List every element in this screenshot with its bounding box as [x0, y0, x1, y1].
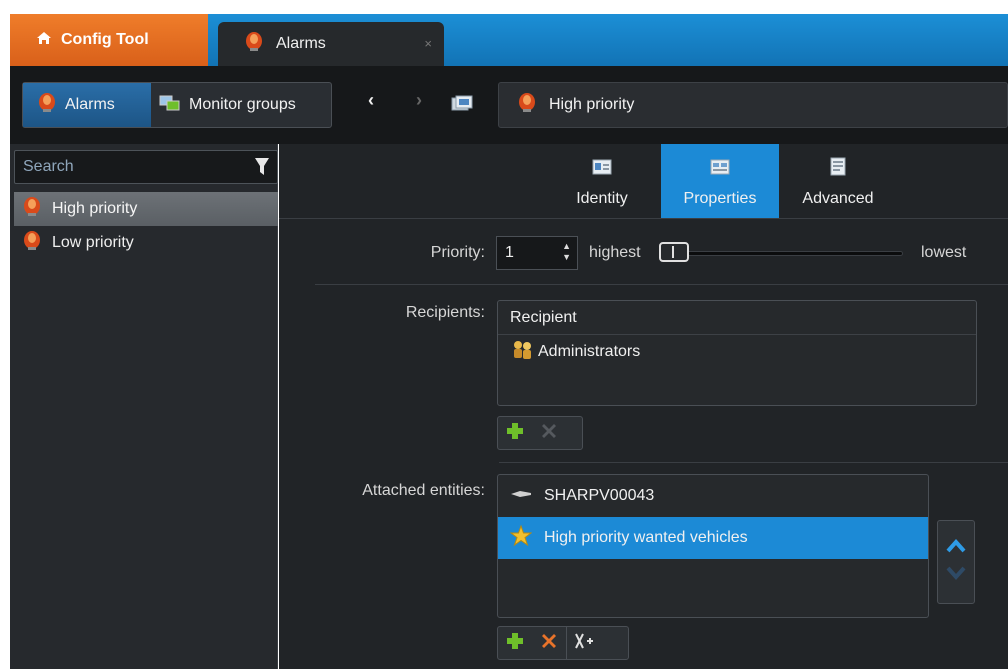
lpr-camera-icon	[510, 487, 532, 505]
search-placeholder: Search	[23, 158, 74, 175]
attached-entities-actions	[497, 626, 629, 660]
monitor-groups-mode-label: Monitor groups	[189, 96, 296, 113]
current-entity-label: High priority	[549, 96, 635, 113]
home-icon	[36, 31, 52, 50]
search-input[interactable]: Search	[14, 150, 278, 184]
tree-item-label: Low priority	[52, 234, 134, 251]
move-down-icon[interactable]	[946, 566, 966, 585]
properties-area: Identity Properties Advanced Priority: 1…	[279, 144, 1008, 669]
identity-icon	[592, 159, 612, 182]
tree-item-high-priority[interactable]: High priority	[14, 192, 278, 226]
add-entity-button[interactable]	[498, 627, 532, 659]
list-item[interactable]: SHARPV00043	[498, 475, 928, 517]
remove-icon	[540, 422, 558, 445]
add-recipient-button[interactable]	[498, 417, 532, 449]
tab-identity-label: Identity	[576, 190, 628, 207]
priority-value: 1	[505, 244, 514, 261]
monitor-groups-icon	[159, 94, 181, 117]
close-tab-icon[interactable]: ×	[424, 36, 432, 51]
alarm-icon	[244, 31, 264, 58]
tab-properties-label: Properties	[683, 190, 757, 207]
priority-slider-track[interactable]	[663, 251, 903, 256]
slider-max-label: lowest	[921, 244, 967, 261]
priority-label: Priority:	[430, 244, 485, 261]
attached-entities-list: SHARPV00043 High priority wanted vehicle…	[497, 474, 929, 618]
move-up-icon[interactable]	[946, 538, 966, 558]
property-tabs: Identity Properties Advanced	[543, 144, 897, 218]
user-group-icon	[512, 340, 534, 365]
title-tab-bar: Config Tool Alarms ×	[10, 14, 1008, 66]
tree-item-label: High priority	[52, 200, 138, 217]
attached-entity-label: SHARPV00043	[544, 487, 655, 504]
table-row[interactable]: Administrators	[498, 335, 976, 369]
recipients-actions	[497, 416, 583, 450]
tab-advanced-label: Advanced	[802, 190, 874, 207]
alarm-icon	[22, 196, 42, 223]
monitor-groups-mode-button[interactable]: Monitor groups	[151, 83, 304, 127]
properties-icon	[710, 159, 730, 182]
alarm-icon	[22, 230, 42, 257]
recipients-label: Recipients:	[405, 304, 485, 321]
alarm-icon	[517, 92, 537, 119]
alarms-tab-label: Alarms	[276, 35, 326, 52]
attached-entity-label: High priority wanted vehicles	[544, 529, 748, 546]
remove-recipient-button[interactable]	[532, 417, 566, 449]
hotlist-icon	[509, 524, 533, 552]
advanced-selection-button[interactable]	[566, 627, 600, 659]
priority-spinbox[interactable]: 1 ▲ ▼	[496, 236, 578, 270]
reorder-buttons	[937, 520, 975, 604]
filter-icon[interactable]	[255, 158, 269, 181]
slider-min-label: highest	[589, 244, 641, 261]
recipient-column-header[interactable]: Recipient	[498, 301, 976, 335]
recipient-header-label: Recipient	[510, 308, 577, 326]
recipient-name: Administrators	[538, 343, 641, 360]
alarm-icon	[37, 92, 57, 119]
current-entity-field[interactable]: High priority	[498, 82, 1008, 128]
alarms-mode-button[interactable]: Alarms	[23, 83, 151, 127]
tab-identity[interactable]: Identity	[543, 144, 661, 218]
alarms-task-tab[interactable]: Alarms ×	[218, 22, 444, 66]
task-toolbar: Alarms Monitor groups ‹ › High priority	[10, 66, 1008, 144]
plus-icon	[506, 422, 524, 445]
plus-icon	[506, 632, 524, 655]
tree-item-low-priority[interactable]: Low priority	[14, 226, 278, 260]
tabs-divider	[279, 218, 1008, 219]
spin-arrows-icon[interactable]: ▲ ▼	[562, 241, 571, 263]
tab-advanced[interactable]: Advanced	[779, 144, 897, 218]
recipients-grid: Recipient Administrators	[497, 300, 977, 406]
list-item[interactable]: High priority wanted vehicles	[498, 517, 928, 559]
config-tool-home-tab[interactable]: Config Tool	[10, 14, 208, 66]
advanced-icon	[829, 157, 847, 182]
entity-tree-panel: Search High priority Low priority	[10, 144, 278, 669]
remove-icon	[540, 632, 558, 655]
priority-slider-thumb[interactable]	[659, 242, 689, 262]
back-arrow-icon[interactable]: ‹	[368, 90, 374, 111]
alarms-mode-label: Alarms	[65, 96, 115, 113]
tab-properties[interactable]: Properties	[661, 144, 779, 218]
config-tool-label: Config Tool	[61, 31, 149, 48]
remove-entity-button[interactable]	[532, 627, 566, 659]
section-divider	[315, 284, 1008, 285]
advanced-select-icon	[574, 632, 594, 655]
section-divider	[499, 462, 1008, 463]
view-mode-switch: Alarms Monitor groups	[22, 82, 332, 128]
forward-arrow-icon[interactable]: ›	[416, 90, 422, 111]
entity-browser-icon[interactable]	[450, 94, 474, 119]
attached-entities-label: Attached entities:	[362, 482, 485, 499]
